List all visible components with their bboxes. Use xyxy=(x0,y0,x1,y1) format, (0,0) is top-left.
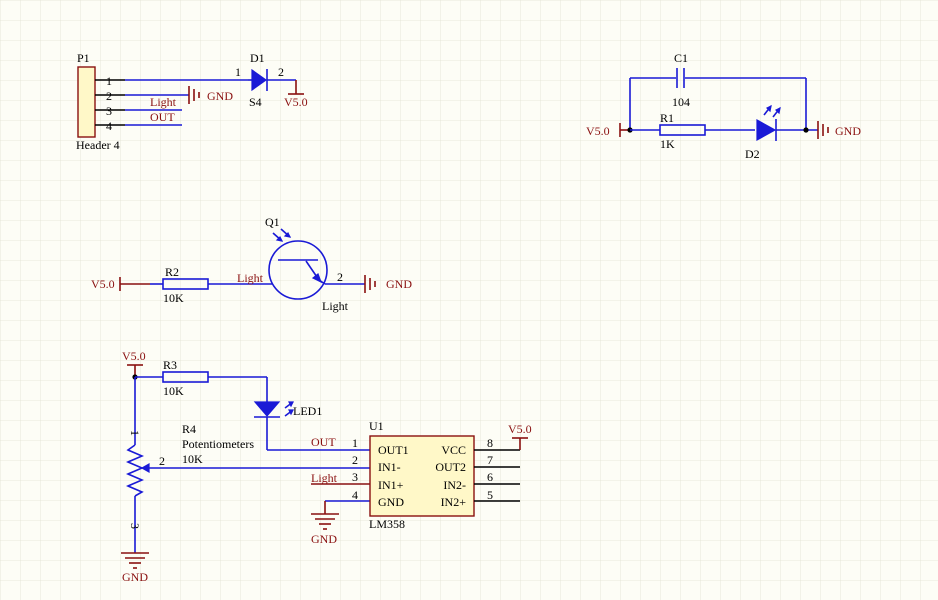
junction-d2-right xyxy=(803,127,809,133)
u1-pin3-num: 3 xyxy=(352,470,358,484)
u1-pin8-name: VCC xyxy=(441,443,466,457)
u1-pin7-num: 7 xyxy=(487,453,493,467)
svg-text:GND: GND xyxy=(122,570,148,584)
header-pin-1: 1 xyxy=(106,74,112,88)
u1-pin5-num: 5 xyxy=(487,488,493,502)
r4-name: Potentiometers xyxy=(182,437,254,451)
r4-value: 10K xyxy=(182,452,203,466)
schematic-canvas: P1 1 2 3 4 Header 4 Light OUT GND D1 1 2… xyxy=(0,0,938,600)
net-label-out: OUT xyxy=(150,110,175,124)
r3-value: 10K xyxy=(163,384,184,398)
u1-pin3-name: IN1+ xyxy=(378,478,404,492)
svg-text:GND: GND xyxy=(835,124,861,138)
r2-ref: R2 xyxy=(165,265,179,279)
header-ref: P1 xyxy=(77,51,90,65)
header-pin-2: 2 xyxy=(106,89,112,103)
svg-text:GND: GND xyxy=(386,277,412,291)
header-name: Header 4 xyxy=(76,138,120,152)
d1-pin2: 2 xyxy=(278,65,284,79)
svg-text:V5.0: V5.0 xyxy=(122,349,146,363)
u1-pin5-name: IN2+ xyxy=(441,495,467,509)
header-pin-3: 3 xyxy=(106,104,112,118)
d1-ref: D1 xyxy=(250,51,265,65)
svg-text:V5.0: V5.0 xyxy=(91,277,115,291)
d1-value: S4 xyxy=(249,95,262,109)
svg-text:V5.0: V5.0 xyxy=(586,124,610,138)
net-label-light: Light xyxy=(150,95,177,109)
q1-ref: Q1 xyxy=(265,215,280,229)
svg-text:V5.0: V5.0 xyxy=(284,95,308,109)
u1-pin6-num: 6 xyxy=(487,470,493,484)
u1-pin2-name: IN1- xyxy=(378,460,401,474)
r1-ref: R1 xyxy=(660,111,674,125)
u1-net-out: OUT xyxy=(311,435,336,449)
d2-ref: D2 xyxy=(745,147,760,161)
svg-text:GND: GND xyxy=(311,532,337,546)
u1-pin4-num: 4 xyxy=(352,488,358,502)
u1-pin1-num: 1 xyxy=(352,436,358,450)
svg-text:V5.0: V5.0 xyxy=(508,422,532,436)
svg-text:GND: GND xyxy=(207,89,233,103)
r4-pin1: 1 xyxy=(128,430,142,436)
u1-part: LM358 xyxy=(369,517,405,531)
u1-net-light: Light xyxy=(311,471,338,485)
u1-pin8-num: 8 xyxy=(487,436,493,450)
led1-ref: LED1 xyxy=(293,404,322,418)
header-body xyxy=(77,66,96,138)
q1-net-in: Light xyxy=(237,271,264,285)
d1-pin1: 1 xyxy=(235,65,241,79)
u1-pin4-name: GND xyxy=(378,495,404,509)
r4-pin2: 2 xyxy=(159,454,165,468)
r1-value: 1K xyxy=(660,137,675,151)
c1-ref: C1 xyxy=(674,51,688,65)
c1-value: 104 xyxy=(672,95,690,109)
u1-pin2-num: 2 xyxy=(352,453,358,467)
u1-ref: U1 xyxy=(369,419,384,433)
r4-pin3: 3 xyxy=(128,523,142,529)
u1-pin1-name: OUT1 xyxy=(378,443,409,457)
r2-value: 10K xyxy=(163,291,184,305)
u1-pin6-name: IN2- xyxy=(443,478,466,492)
q1-net-out: Light xyxy=(322,299,349,313)
q1-pin2: 2 xyxy=(337,270,343,284)
header-pin-4: 4 xyxy=(106,119,112,133)
u1-pin7-name: OUT2 xyxy=(435,460,466,474)
r3-ref: R3 xyxy=(163,358,177,372)
schematic-svg: P1 1 2 3 4 Header 4 Light OUT GND D1 1 2… xyxy=(0,0,938,600)
r4-ref: R4 xyxy=(182,422,196,436)
